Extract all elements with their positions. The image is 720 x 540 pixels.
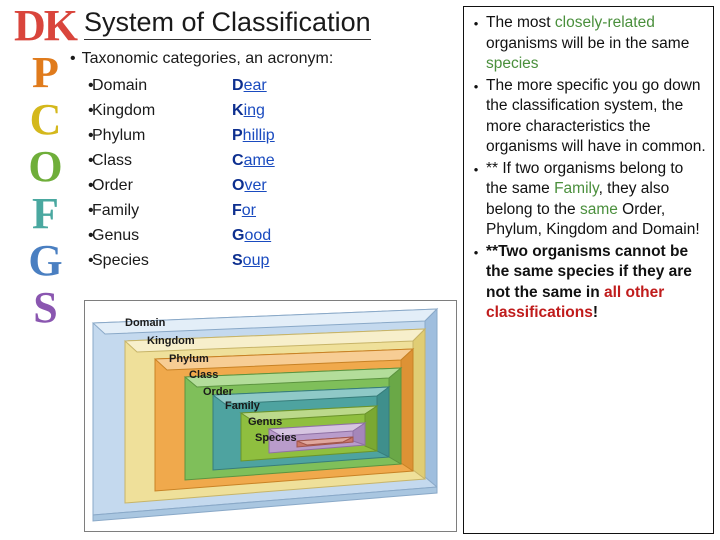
rank-label: Phylum <box>92 127 146 144</box>
mnemonic-first-letter: C <box>232 152 244 169</box>
classification-pyramid-diagram: Domain Kingdom Phylum Class Order Family… <box>84 300 457 532</box>
list-item: • Class Came <box>70 148 460 173</box>
note-part: The more specific you go down the classi… <box>486 76 706 156</box>
mnemonic-word: Came <box>232 148 275 173</box>
rank-label: Class <box>92 152 133 169</box>
acronym-letter-p: P <box>32 48 59 97</box>
rank-label: Order <box>92 177 133 194</box>
rank-label: Species <box>92 252 149 269</box>
pyramid-label-class: Class <box>189 369 219 381</box>
rank-label: Family <box>92 202 140 219</box>
bullet-icon: • <box>88 102 94 119</box>
mnemonic-word: For <box>232 198 256 223</box>
note-part: ! <box>592 304 598 321</box>
bullet-icon: • <box>88 227 94 244</box>
pyramid-label-genus: Genus <box>248 416 283 428</box>
mnemonic-rest: ame <box>243 152 275 169</box>
list-item: • Genus Good <box>70 223 460 248</box>
taxonomy-list-section: • Taxonomic categories, an acronym: • Dom… <box>70 48 460 273</box>
pyramid-label-phylum: Phylum <box>169 353 209 365</box>
note-part-highlight: closely-related <box>554 14 655 31</box>
pyramid-label-domain: Domain <box>125 317 166 329</box>
list-item: • The most closely-related organisms wil… <box>466 13 707 75</box>
bullet-icon: • <box>70 50 76 67</box>
list-item: • **Two organisms cannot be the same spe… <box>466 242 707 324</box>
mnemonic-first-letter: F <box>232 202 242 219</box>
pyramid-label-kingdom: Kingdom <box>147 335 195 347</box>
mnemonic-rest: ood <box>244 227 272 244</box>
list-item: • Kingdom King <box>70 98 460 123</box>
note-part-highlight: same <box>579 200 618 218</box>
list-item: • Species Soup <box>70 248 460 273</box>
mnemonic-rest: ing <box>243 102 265 119</box>
list-item: • The more specific you go down the clas… <box>466 76 707 158</box>
lead-text: Taxonomic categories, an acronym: <box>81 50 334 67</box>
page-title: System of Classification <box>84 6 371 40</box>
rank-label: Domain <box>92 77 148 94</box>
acronym-letter-o: O <box>28 142 62 191</box>
list-item: • Order Over <box>70 173 460 198</box>
mnemonic-first-letter: O <box>232 177 245 194</box>
bullet-icon: • <box>473 161 479 177</box>
list-item: • ** If two organisms belong to the same… <box>466 159 707 241</box>
acronym-letter-c: C <box>29 95 62 144</box>
note-text: **Two organisms cannot be the same speci… <box>486 242 707 324</box>
rank-label: Kingdom <box>92 102 156 119</box>
mnemonic-word: King <box>232 98 265 123</box>
mnemonic-first-letter: S <box>232 252 243 269</box>
pyramid-label-order: Order <box>203 386 233 398</box>
bullet-icon: • <box>88 152 94 169</box>
mnemonic-word: Over <box>232 173 267 198</box>
note-part: The most <box>486 14 555 31</box>
mnemonic-word: Dear <box>232 73 267 98</box>
mnemonic-first-letter: G <box>232 227 245 244</box>
mnemonic-word: Phillip <box>232 123 275 148</box>
mnemonic-word: Good <box>232 223 271 248</box>
acronym-letter-s: S <box>33 283 58 332</box>
mnemonic-word: Soup <box>232 248 269 273</box>
acronym-letter-g: G <box>28 236 62 285</box>
mnemonic-rest: or <box>241 202 257 219</box>
mnemonic-first-letter: P <box>232 127 243 144</box>
acronym-letter-dk: DK <box>14 1 78 50</box>
mnemonic-first-letter: D <box>232 77 244 94</box>
mnemonic-rest: oup <box>242 252 270 269</box>
note-text: The more specific you go down the classi… <box>486 76 707 158</box>
bullet-icon: • <box>88 77 94 94</box>
bullet-icon: • <box>473 78 479 94</box>
lead-text-row: • Taxonomic categories, an acronym: <box>70 48 460 70</box>
mnemonic-rest: hillip <box>242 127 275 144</box>
note-text: ** If two organisms belong to the same F… <box>486 159 707 241</box>
list-item: • Phylum Phillip <box>70 123 460 148</box>
bullet-icon: • <box>473 16 479 31</box>
bullet-icon: • <box>88 252 94 269</box>
note-part-highlight: Family <box>554 180 599 197</box>
bullet-icon: • <box>473 244 479 260</box>
pyramid-label-species: Species <box>255 432 297 444</box>
list-item: • Family For <box>70 198 460 223</box>
bullet-icon: • <box>88 177 94 194</box>
notes-box: • The most closely-related organisms wil… <box>463 6 714 534</box>
mnemonic-first-letter: K <box>232 102 244 119</box>
mnemonic-rest: ear <box>243 77 267 94</box>
bullet-icon: • <box>88 127 94 144</box>
list-item: • Domain Dear <box>70 73 460 98</box>
mnemonic-rest: ver <box>244 177 267 194</box>
acronym-letter-f: F <box>32 189 59 238</box>
note-part: organisms will be in the same <box>486 34 690 52</box>
category-list: • Domain Dear • Kingdom King • Phylum Ph… <box>70 73 460 273</box>
note-text: The most closely-related organisms will … <box>486 13 707 75</box>
note-part-highlight: species <box>486 55 539 72</box>
bullet-icon: • <box>88 202 94 219</box>
rank-label: Genus <box>92 227 140 244</box>
pyramid-label-family: Family <box>225 400 260 412</box>
